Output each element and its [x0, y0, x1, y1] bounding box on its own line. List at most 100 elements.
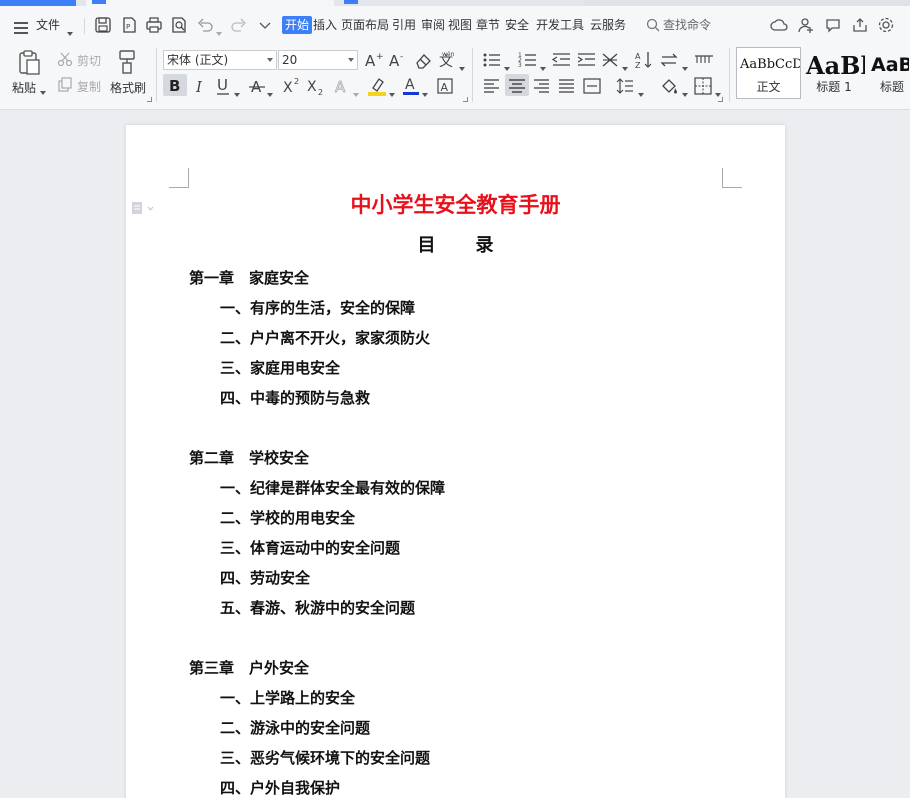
style-heading-1[interactable]: AaBl 标题 1: [802, 47, 866, 99]
numbering-icon[interactable]: 123: [518, 51, 538, 69]
toc-section[interactable]: 二、游泳中的安全问题: [220, 717, 370, 738]
toc-chapter[interactable]: 第三章 户外安全: [189, 657, 309, 678]
chevron-down-icon[interactable]: [67, 23, 73, 42]
cloud-sync-icon[interactable]: [770, 16, 788, 34]
redo-icon[interactable]: [230, 16, 248, 34]
toc-section[interactable]: 四、劳动安全: [220, 567, 310, 588]
bold-button[interactable]: B: [163, 74, 187, 96]
paste-label[interactable]: 粘贴: [12, 79, 36, 96]
sort-icon[interactable]: AZ: [634, 50, 654, 70]
text-direction-dropdown-icon[interactable]: [682, 58, 688, 77]
toc-chapter[interactable]: 第一章 家庭安全: [189, 267, 309, 288]
cut-label[interactable]: 剪切: [77, 52, 101, 69]
tab-home[interactable]: 开始: [282, 16, 313, 34]
text-effects-dropdown-icon[interactable]: [353, 84, 359, 103]
highlight-dropdown-icon[interactable]: [389, 84, 395, 103]
paste-dropdown-icon[interactable]: [40, 82, 46, 101]
print-preview-icon[interactable]: [170, 16, 188, 34]
shading-icon[interactable]: [660, 76, 680, 96]
superscript-icon[interactable]: X2: [282, 76, 302, 96]
undo-icon[interactable]: [196, 16, 214, 34]
quick-access-more-icon[interactable]: [256, 16, 274, 34]
toc-section[interactable]: 五、春游、秋游中的安全问题: [220, 597, 415, 618]
bullets-icon[interactable]: [482, 51, 502, 69]
cut-icon[interactable]: [57, 51, 73, 67]
tab-cloud-services[interactable]: 云服务: [590, 16, 626, 34]
share-icon[interactable]: [851, 16, 869, 34]
export-pdf-icon[interactable]: P: [120, 16, 138, 34]
tab-insert[interactable]: 插入: [313, 16, 337, 34]
save-icon[interactable]: [94, 16, 112, 34]
tab-view[interactable]: 视图: [448, 16, 472, 34]
strikethrough-dropdown-icon[interactable]: [267, 84, 273, 103]
underline-icon[interactable]: U: [215, 76, 233, 96]
numbering-dropdown-icon[interactable]: [540, 58, 546, 77]
tab-references[interactable]: 引用: [392, 16, 416, 34]
text-direction-icon[interactable]: [660, 51, 680, 69]
strikethrough-icon[interactable]: A: [248, 76, 266, 96]
character-border-icon[interactable]: A: [436, 76, 454, 96]
toc-section[interactable]: 三、家庭用电安全: [220, 357, 340, 378]
style-title[interactable]: AaB 标题: [867, 47, 910, 99]
toc-section[interactable]: 一、有序的生活，安全的保障: [220, 297, 415, 318]
justify-icon[interactable]: [558, 77, 576, 95]
toc-section[interactable]: 一、上学路上的安全: [220, 687, 355, 708]
borders-icon[interactable]: [694, 77, 712, 95]
italic-icon[interactable]: I: [191, 76, 209, 96]
font-color-dropdown-icon[interactable]: [422, 84, 428, 103]
clipboard-dialog-launcher-icon[interactable]: [147, 97, 152, 102]
font-name-combo[interactable]: 宋体 (正文): [163, 50, 277, 70]
phonetic-guide-dropdown-icon[interactable]: [459, 58, 465, 77]
copy-label[interactable]: 复制: [77, 78, 101, 95]
share-collab-icon[interactable]: [797, 16, 815, 34]
align-center-button[interactable]: [505, 74, 529, 96]
toc-section[interactable]: 四、户外自我保护: [220, 777, 340, 798]
gear-icon[interactable]: [877, 16, 895, 34]
font-size-combo[interactable]: 20: [278, 50, 358, 70]
line-spacing-icon[interactable]: [616, 77, 634, 95]
grow-font-icon[interactable]: A +: [364, 51, 384, 69]
clear-format-icon[interactable]: [413, 51, 433, 69]
align-left-icon[interactable]: [483, 77, 501, 95]
underline-dropdown-icon[interactable]: [234, 84, 240, 103]
decrease-indent-icon[interactable]: [552, 51, 572, 69]
toc-chapter[interactable]: 第二章 学校安全: [189, 447, 309, 468]
undo-dropdown-icon[interactable]: [216, 23, 222, 42]
line-spacing-dropdown-icon[interactable]: [638, 84, 644, 103]
tab-sections[interactable]: 章节: [476, 16, 500, 34]
tab-developer-tools[interactable]: 开发工具: [536, 16, 584, 34]
toc-section[interactable]: 三、恶劣气候环境下的安全问题: [220, 747, 430, 768]
show-hide-marks-icon[interactable]: [694, 51, 714, 69]
font-dialog-launcher-icon[interactable]: [463, 97, 468, 102]
align-right-icon[interactable]: [533, 77, 551, 95]
print-icon[interactable]: [145, 16, 163, 34]
phonetic-guide-icon[interactable]: 文wén: [437, 50, 459, 70]
document-page[interactable]: 中小学生安全教育手册 目录 第一章 家庭安全一、有序的生活，安全的保障 二、户户离…: [126, 125, 785, 798]
tab-security[interactable]: 安全: [505, 16, 529, 34]
distributed-align-icon[interactable]: [583, 77, 601, 95]
toc-section[interactable]: 一、纪律是群体安全最有效的保障: [220, 477, 445, 498]
highlight-icon[interactable]: [367, 75, 387, 97]
toc-section[interactable]: 二、户户离不开火，家家须防火: [220, 327, 430, 348]
increase-indent-icon[interactable]: [577, 51, 597, 69]
shading-dropdown-icon[interactable]: [682, 84, 688, 103]
toc-section[interactable]: 三、体育运动中的安全问题: [220, 537, 400, 558]
text-effects-icon[interactable]: A: [333, 76, 351, 96]
document-title[interactable]: 中小学生安全教育手册: [126, 189, 785, 219]
command-search[interactable]: 查找命令: [646, 16, 726, 34]
format-painter-label[interactable]: 格式刷: [110, 79, 146, 96]
hamburger-icon[interactable]: [14, 19, 30, 34]
tab-review[interactable]: 审阅: [421, 16, 445, 34]
shrink-font-icon[interactable]: A-: [388, 51, 408, 69]
format-painter-button[interactable]: [114, 48, 142, 76]
tab-page-layout[interactable]: 页面布局: [341, 16, 389, 34]
toc-section[interactable]: 四、中毒的预防与急救: [220, 387, 370, 408]
chinese-layout-dropdown-icon[interactable]: [622, 58, 628, 77]
toc-section[interactable]: 二、学校的用电安全: [220, 507, 355, 528]
file-menu[interactable]: 文件: [36, 16, 60, 34]
subscript-icon[interactable]: X2: [306, 76, 326, 96]
chinese-layout-icon[interactable]: [601, 51, 621, 69]
comment-icon[interactable]: [824, 16, 842, 34]
toc-heading[interactable]: 目录: [126, 231, 785, 257]
paste-button[interactable]: [14, 48, 44, 78]
